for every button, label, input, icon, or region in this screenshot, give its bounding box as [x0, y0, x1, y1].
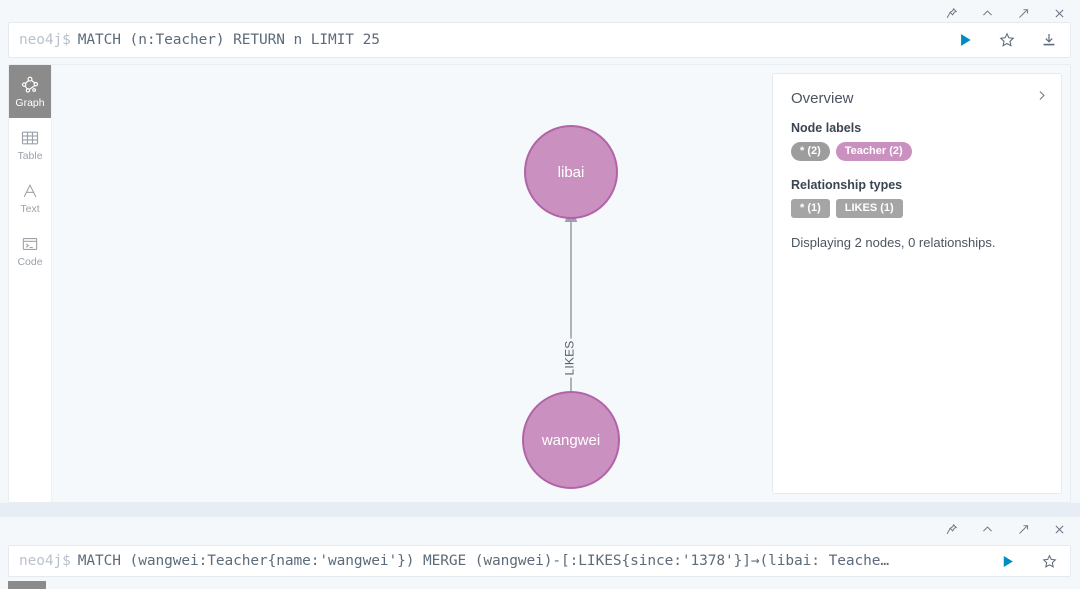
close-glyph	[1053, 523, 1066, 536]
result-panel: Graph Table	[8, 64, 1071, 503]
relationship-pill-likes[interactable]: LIKES (1)	[836, 199, 903, 218]
pin-glyph	[945, 523, 958, 536]
bottom-query-editor[interactable]: neo4j$ MATCH (wangwei:Teacher{name:'wang…	[8, 545, 1071, 577]
text-icon	[20, 181, 40, 201]
editor-actions	[944, 23, 1070, 57]
run-query-button[interactable]	[986, 546, 1028, 576]
close-glyph	[1053, 7, 1066, 20]
editor-prompt: neo4j$	[9, 32, 71, 48]
download-icon	[1041, 32, 1057, 48]
table-icon	[20, 128, 40, 148]
play-icon	[956, 31, 974, 49]
view-tab-text[interactable]: Text	[9, 171, 51, 224]
node-caption: libai	[558, 164, 585, 181]
relationship-types-heading: Relationship types	[791, 178, 1043, 192]
query-input[interactable]: MATCH (n:Teacher) RETURN n LIMIT 25	[71, 32, 944, 48]
close-icon[interactable]	[1050, 4, 1068, 22]
node-label-pill-all[interactable]: * (2)	[791, 142, 830, 161]
download-button[interactable]	[1028, 23, 1070, 57]
node-label-pill-teacher[interactable]: Teacher (2)	[836, 142, 912, 161]
view-tab-graph-label: Graph	[15, 98, 44, 109]
run-query-button[interactable]	[944, 23, 986, 57]
node-labels-heading: Node labels	[791, 121, 1043, 135]
view-tab-stub[interactable]	[8, 581, 46, 589]
star-icon	[999, 32, 1015, 48]
frame-separator	[0, 503, 1080, 517]
node-caption: wangwei	[542, 432, 600, 449]
expand-glyph	[1017, 7, 1030, 20]
result-summary: Displaying 2 nodes, 0 relationships.	[791, 235, 1043, 250]
relationship-pill-all[interactable]: * (1)	[791, 199, 830, 218]
play-icon	[999, 553, 1016, 570]
chevron-right-icon	[1035, 89, 1048, 102]
view-tab-table-label: Table	[17, 151, 42, 162]
favorite-button[interactable]	[1028, 546, 1070, 576]
bottom-editor-frame: neo4j$ MATCH (wangwei:Teacher{name:'wang…	[0, 517, 1080, 583]
graph-canvas[interactable]: libai wangwei LIKES	[52, 65, 1070, 502]
pin-glyph	[945, 7, 958, 20]
overview-collapse-button[interactable]	[1033, 87, 1049, 103]
close-icon[interactable]	[1050, 520, 1068, 538]
relationship-types-list: * (1) LIKES (1)	[791, 199, 1043, 218]
bottom-query-input[interactable]: MATCH (wangwei:Teacher{name:'wangwei'}) …	[71, 553, 986, 569]
expand-icon[interactable]	[1014, 520, 1032, 538]
view-tab-code[interactable]: Code	[9, 224, 51, 277]
bottom-window-controls	[942, 518, 1074, 540]
expand-icon[interactable]	[1014, 4, 1032, 22]
view-switcher-rail: Graph Table	[9, 65, 52, 502]
chevron-up-glyph	[981, 523, 994, 536]
graph-icon	[20, 75, 40, 95]
favorite-button[interactable]	[986, 23, 1028, 57]
view-tab-graph[interactable]: Graph	[9, 65, 51, 118]
expand-glyph	[1017, 523, 1030, 536]
top-window-controls	[942, 2, 1074, 24]
pin-icon[interactable]	[942, 520, 960, 538]
view-tab-table[interactable]: Table	[9, 118, 51, 171]
chevron-up-glyph	[981, 7, 994, 20]
graph-node-libai[interactable]: libai	[524, 125, 618, 219]
graph-node-wangwei[interactable]: wangwei	[522, 391, 620, 489]
pin-icon[interactable]	[942, 4, 960, 22]
top-editor-frame: neo4j$ MATCH (n:Teacher) RETURN n LIMIT …	[0, 0, 1080, 503]
bottom-editor-prompt: neo4j$	[9, 553, 71, 569]
view-tab-code-label: Code	[17, 257, 42, 268]
node-labels-list: * (2) Teacher (2)	[791, 142, 1043, 161]
code-icon	[20, 234, 40, 254]
chevron-up-icon[interactable]	[978, 520, 996, 538]
chevron-up-icon[interactable]	[978, 4, 996, 22]
overview-panel: Overview Node labels * (2) Teacher (2) R…	[772, 73, 1062, 494]
star-icon	[1042, 554, 1057, 569]
query-editor[interactable]: neo4j$ MATCH (n:Teacher) RETURN n LIMIT …	[8, 22, 1071, 58]
bottom-editor-actions	[986, 546, 1070, 576]
overview-title: Overview	[791, 90, 1043, 107]
relationship-label: LIKES	[560, 338, 580, 377]
view-tab-text-label: Text	[20, 204, 39, 215]
